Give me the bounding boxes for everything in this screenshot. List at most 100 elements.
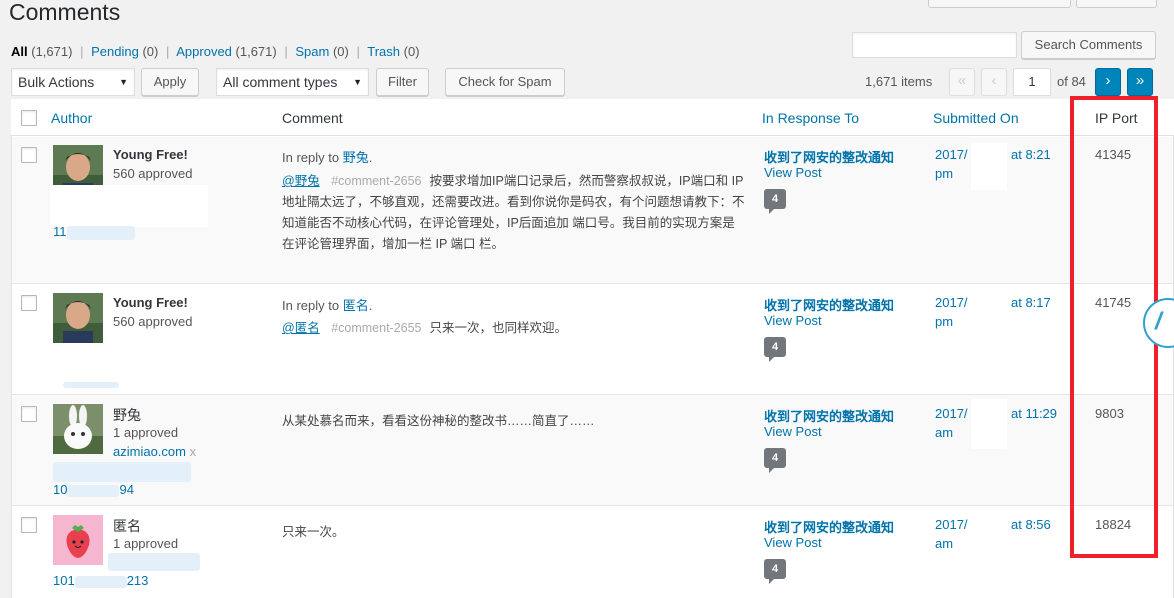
row-checkbox[interactable]	[21, 406, 37, 422]
column-in-response-to[interactable]: In Response To	[762, 110, 859, 126]
post-title-link[interactable]: 收到了网安的整改通知	[764, 147, 894, 166]
in-reply-to: In reply to 野兔.	[282, 147, 372, 166]
ip-fragment-start[interactable]: 10	[53, 482, 67, 497]
approved-count[interactable]: 560 approved	[113, 166, 193, 181]
submitted-time[interactable]: at 8:17	[1011, 295, 1051, 310]
author-url[interactable]: azimiao.com x	[113, 444, 196, 459]
approved-count[interactable]: 560 approved	[113, 314, 193, 329]
ip-fragment-end[interactable]: 213	[127, 573, 149, 588]
in-reply-prefix: In reply to	[282, 150, 343, 165]
comment-types-label: All comment types	[223, 74, 338, 90]
row-checkbox[interactable]	[21, 517, 37, 533]
redacted-ip	[53, 462, 191, 482]
comment-count-bubble-icon[interactable]: 4	[764, 337, 786, 362]
submitted-date[interactable]: 2017/	[935, 517, 968, 532]
author-ip[interactable]: 101 213	[53, 573, 148, 588]
author-name[interactable]: Young Free!	[113, 295, 188, 310]
comment-text: 只来一次。	[282, 525, 345, 539]
ip-fragment-end[interactable]: 94	[119, 482, 133, 497]
search-comments-button[interactable]: Search Comments	[1021, 31, 1156, 59]
filter-pending-count: (0)	[142, 44, 159, 59]
redacted-date	[971, 288, 1007, 338]
avatar-photo-icon	[53, 293, 103, 343]
search-input[interactable]	[852, 32, 1017, 58]
next-page-button[interactable]: ›	[1095, 68, 1121, 96]
row-checkbox[interactable]	[21, 295, 37, 311]
post-title-link[interactable]: 收到了网安的整改通知	[764, 295, 894, 314]
filter-separator: |	[165, 44, 170, 59]
submitted-time[interactable]: at 8:21	[1011, 147, 1051, 162]
author-ip[interactable]: 11	[53, 224, 67, 239]
author-ip[interactable]: 10 94	[53, 482, 134, 497]
post-title-link[interactable]: 收到了网安的整改通知	[764, 517, 894, 536]
comment-text: 从某处慕名而来，看看这份神秘的整改书……简直了……	[282, 414, 595, 428]
first-page-button[interactable]: «	[949, 68, 975, 96]
submitted-time[interactable]: at 11:29	[1011, 406, 1057, 421]
submitted-ampm[interactable]: pm	[935, 314, 953, 329]
comment-ref: #comment-2656	[331, 174, 422, 188]
mention-link[interactable]: @匿名	[282, 321, 320, 335]
submitted-ampm[interactable]: am	[935, 425, 953, 440]
filter-pending[interactable]: Pending	[91, 44, 139, 59]
strawberry-avatar-icon	[53, 515, 103, 565]
author-name[interactable]: 野兔	[113, 405, 141, 425]
submitted-date[interactable]: 2017/	[935, 406, 968, 421]
approved-count[interactable]: 1 approved	[113, 425, 178, 440]
bulk-actions-select[interactable]: Bulk Actions ▼	[11, 68, 135, 96]
prev-page-button[interactable]: ‹	[981, 68, 1007, 96]
column-comment: Comment	[282, 110, 343, 126]
screen-options-button[interactable]	[928, 0, 1071, 8]
redacted-url	[108, 553, 200, 571]
in-reply-prefix: In reply to	[282, 298, 343, 313]
row-checkbox[interactable]	[21, 147, 37, 163]
filter-spam[interactable]: Spam	[295, 44, 329, 59]
help-button[interactable]	[1076, 0, 1157, 8]
approved-count[interactable]: 1 approved	[113, 536, 178, 551]
filter-all[interactable]: All	[11, 44, 28, 59]
post-title-link[interactable]: 收到了网安的整改通知	[764, 406, 894, 425]
comment-count-bubble-icon[interactable]: 4	[764, 189, 786, 214]
in-reply-author[interactable]: 匿名	[343, 298, 369, 313]
caret-down-icon: ▼	[353, 77, 362, 87]
filter-approved[interactable]: Approved	[176, 44, 232, 59]
submitted-date[interactable]: 2017/	[935, 295, 968, 310]
filter-separator: |	[356, 44, 360, 59]
author-name[interactable]: 匿名	[113, 516, 141, 536]
author-url-text[interactable]: azimiao.com	[113, 444, 186, 459]
current-page-input[interactable]: 1	[1013, 68, 1051, 96]
view-post-link[interactable]: View Post	[764, 535, 822, 550]
comment-count-bubble-icon[interactable]: 4	[764, 559, 786, 584]
filter-trash-count: (0)	[403, 44, 420, 59]
column-author[interactable]: Author	[51, 110, 92, 126]
mention-link[interactable]: @野兔	[282, 174, 320, 188]
filter-trash[interactable]: Trash	[367, 44, 400, 59]
filter-button[interactable]: Filter	[376, 68, 429, 96]
column-submitted-on[interactable]: Submitted On	[933, 110, 1019, 126]
in-reply-author[interactable]: 野兔	[343, 150, 369, 165]
page-title: Comments	[9, 0, 121, 25]
submitted-date[interactable]: 2017/	[935, 147, 968, 162]
author-name[interactable]: Young Free!	[113, 147, 188, 162]
apply-button[interactable]: Apply	[141, 68, 199, 96]
view-post-link[interactable]: View Post	[764, 313, 822, 328]
items-count: 1,671 items	[865, 74, 933, 89]
caret-down-icon: ▼	[119, 77, 128, 87]
ip-fragment-start[interactable]: 101	[53, 573, 75, 588]
submitted-time[interactable]: at 8:56	[1011, 517, 1051, 532]
filter-separator: |	[80, 44, 84, 59]
check-for-spam-button[interactable]: Check for Spam	[445, 68, 565, 96]
view-post-link[interactable]: View Post	[764, 424, 822, 439]
filter-separator: |	[284, 44, 288, 59]
total-pages: of 84	[1057, 74, 1086, 89]
filter-all-count: (1,671)	[31, 44, 73, 59]
comment-count-bubble-icon[interactable]: 4	[764, 448, 786, 473]
redacted-ip	[63, 382, 119, 388]
submitted-ampm[interactable]: pm	[935, 166, 953, 181]
submitted-ampm[interactable]: am	[935, 536, 953, 551]
comment-types-select[interactable]: All comment types ▼	[216, 68, 369, 96]
select-all-checkbox[interactable]	[21, 110, 37, 126]
last-page-button[interactable]: »	[1127, 68, 1153, 96]
in-reply-suffix: .	[368, 150, 373, 165]
filter-approved-count: (1,671)	[235, 44, 277, 59]
view-post-link[interactable]: View Post	[764, 165, 822, 180]
